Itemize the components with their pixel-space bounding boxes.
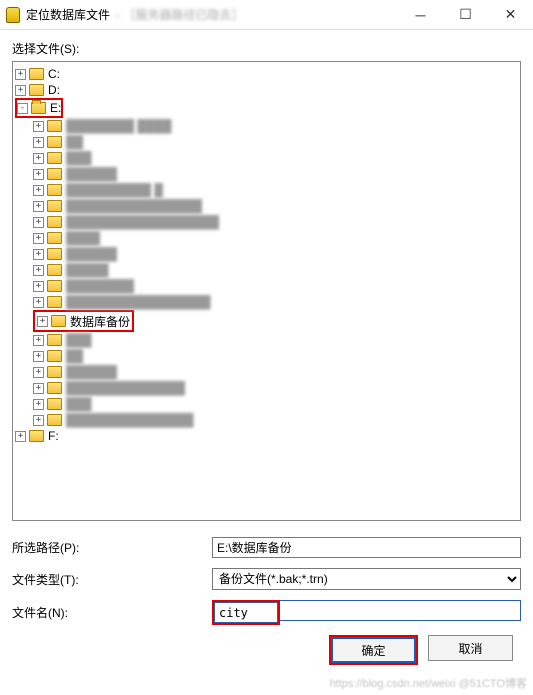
file-type-select[interactable]: 备份文件(*.bak;*.trn)	[212, 568, 521, 590]
expand-icon[interactable]: +	[33, 281, 44, 292]
folder-icon	[47, 184, 62, 196]
highlight-ok: 确定	[329, 635, 418, 665]
expand-icon[interactable]: +	[33, 233, 44, 244]
folder-icon	[47, 248, 62, 260]
expand-icon[interactable]: +	[33, 169, 44, 180]
tree-node[interactable]: +██████████ █	[33, 182, 518, 198]
tree-node-f[interactable]: + F:	[15, 428, 518, 444]
highlight-backup-folder: + 数据库备份	[33, 310, 134, 332]
expand-icon[interactable]: +	[15, 69, 26, 80]
expand-icon[interactable]: +	[33, 399, 44, 410]
tree-node[interactable]: +██████	[33, 246, 518, 262]
tree-node-backup[interactable]: + 数据库备份	[37, 313, 130, 329]
folder-icon	[47, 168, 62, 180]
tree-node[interactable]: +████████	[33, 278, 518, 294]
expand-icon[interactable]: +	[33, 415, 44, 426]
maximize-button[interactable]: ☐	[443, 0, 488, 30]
tree-node[interactable]: +█████████████████	[33, 294, 518, 310]
expand-icon[interactable]: +	[33, 121, 44, 132]
folder-icon	[47, 216, 62, 228]
folder-icon	[51, 315, 66, 327]
folder-icon	[29, 68, 44, 80]
expand-icon[interactable]: +	[15, 85, 26, 96]
expand-icon[interactable]: +	[33, 297, 44, 308]
folder-icon	[47, 264, 62, 276]
tree-node[interactable]: +███	[33, 150, 518, 166]
file-name-label: 文件名(N):	[12, 604, 212, 621]
expand-icon[interactable]: +	[33, 351, 44, 362]
folder-icon	[47, 280, 62, 292]
select-file-label: 选择文件(S):	[12, 40, 521, 57]
folder-icon	[47, 232, 62, 244]
selected-path-label: 所选路径(P):	[12, 539, 212, 556]
folder-icon	[47, 296, 62, 308]
expand-icon[interactable]: +	[37, 316, 48, 327]
folder-open-icon	[31, 102, 46, 114]
expand-icon[interactable]: +	[33, 249, 44, 260]
tree-node[interactable]: +████████████████	[33, 198, 518, 214]
highlight-filename	[212, 600, 280, 625]
tree-node[interactable]: +██████████████	[33, 380, 518, 396]
expand-icon[interactable]: +	[33, 185, 44, 196]
folder-tree[interactable]: + C: + D: - E:	[12, 61, 521, 521]
window-title: 定位数据库文件	[26, 6, 110, 23]
expand-icon[interactable]: +	[33, 367, 44, 378]
folder-icon	[29, 430, 44, 442]
folder-icon	[47, 414, 62, 426]
expand-icon[interactable]: +	[15, 431, 26, 442]
tree-node[interactable]: +████	[33, 230, 518, 246]
tree-node[interactable]: +██	[33, 134, 518, 150]
file-type-label: 文件类型(T):	[12, 571, 212, 588]
expand-icon[interactable]: +	[33, 335, 44, 346]
tree-node-d[interactable]: + D:	[15, 82, 518, 98]
tree-node[interactable]: +██████████████████	[33, 214, 518, 230]
folder-icon	[29, 84, 44, 96]
folder-icon	[47, 366, 62, 378]
folder-icon	[47, 350, 62, 362]
tree-node[interactable]: +██████	[33, 364, 518, 380]
highlight-e-drive: - E:	[15, 98, 63, 118]
ok-button[interactable]: 确定	[331, 637, 416, 663]
tree-node[interactable]: +███████████████	[33, 412, 518, 428]
expand-icon[interactable]: +	[33, 217, 44, 228]
minimize-button[interactable]: ─	[398, 0, 443, 30]
expand-icon[interactable]: +	[33, 201, 44, 212]
file-name-input[interactable]	[214, 602, 278, 623]
tree-node[interactable]: +█████	[33, 262, 518, 278]
tree-node[interactable]: +████████ ████	[33, 118, 518, 134]
folder-icon	[47, 334, 62, 346]
tree-node[interactable]: +███	[33, 332, 518, 348]
collapse-icon[interactable]: -	[17, 103, 28, 114]
folder-icon	[47, 136, 62, 148]
tree-node-e[interactable]: - E:	[17, 100, 61, 116]
expand-icon[interactable]: +	[33, 383, 44, 394]
close-button[interactable]: ✕	[488, 0, 533, 30]
folder-icon	[47, 398, 62, 410]
expand-icon[interactable]: +	[33, 153, 44, 164]
expand-icon[interactable]: +	[33, 265, 44, 276]
folder-icon	[47, 382, 62, 394]
database-icon	[6, 7, 20, 23]
titlebar: 定位数据库文件 - ［服务器路径已隐去］ ─ ☐ ✕	[0, 0, 533, 30]
folder-icon	[47, 120, 62, 132]
watermark: https://blog.csdn.net/weixi @51CTO博客	[330, 675, 527, 691]
tree-node[interactable]: +███	[33, 396, 518, 412]
selected-path-field[interactable]	[212, 537, 521, 558]
folder-icon	[47, 152, 62, 164]
folder-icon	[47, 200, 62, 212]
tree-node[interactable]: +██	[33, 348, 518, 364]
window-subtitle: - ［服务器路径已隐去］	[116, 6, 243, 23]
cancel-button[interactable]: 取消	[428, 635, 513, 661]
tree-node[interactable]: +██████	[33, 166, 518, 182]
tree-node-c[interactable]: + C:	[15, 66, 518, 82]
expand-icon[interactable]: +	[33, 137, 44, 148]
